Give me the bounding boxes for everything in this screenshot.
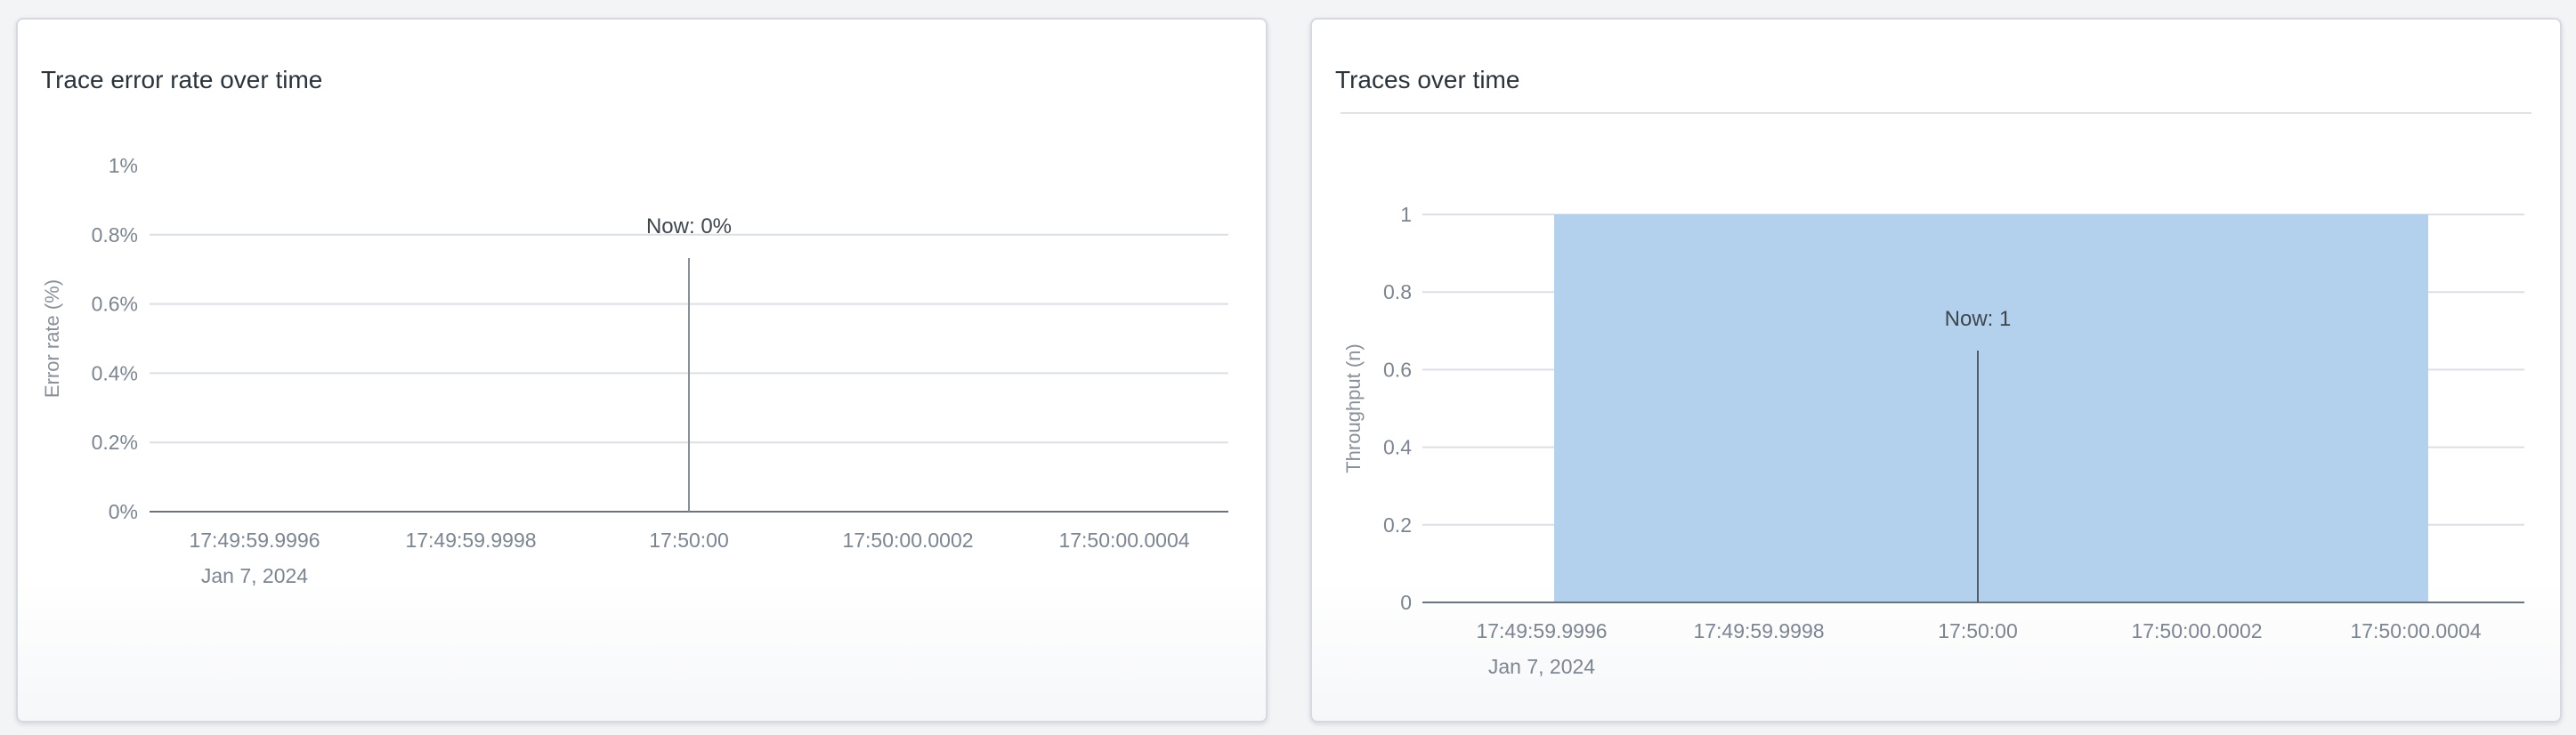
y-tick-label: 0.6 xyxy=(1383,358,1412,381)
x-tick-label: 17:49:59.9996 xyxy=(1476,619,1607,642)
traces-chart[interactable]: 0 0.2 0.4 0.6 0.8 1 17:49:59.9996 17:49:59.9998… xyxy=(1312,20,2562,723)
x-tick-label: 17:50:00.0004 xyxy=(1058,529,1189,552)
y-tick-label: 0.8% xyxy=(92,223,138,246)
x-tick-label: 17:49:59.9998 xyxy=(405,529,536,552)
x-tick-label: 17:50:00.0002 xyxy=(2131,619,2262,642)
x-tick-label: 17:50:00.0002 xyxy=(842,529,973,552)
error-rate-chart[interactable]: 0% 0.2% 0.4% 0.6% 0.8% 1% 17:49:59.9996 17:49:5… xyxy=(18,20,1268,723)
y-tick-label: 0.4% xyxy=(92,361,138,384)
y-tick-label: 0.6% xyxy=(92,293,138,316)
x-tick-label: 17:49:59.9996 xyxy=(189,529,320,552)
x-date-label: Jan 7, 2024 xyxy=(1488,655,1595,678)
y-tick-label: 0.8 xyxy=(1383,280,1412,303)
area-fill xyxy=(1554,214,2428,602)
y-axis-title: Throughput (n) xyxy=(1342,343,1365,473)
x-date-label: Jan 7, 2024 xyxy=(201,564,308,587)
y-tick-label: 0.4 xyxy=(1383,436,1412,459)
now-marker-label: Now: 1 xyxy=(1945,307,2012,331)
y-tick-label: 1 xyxy=(1400,203,1412,226)
y-axis-title: Error rate (%) xyxy=(41,279,63,398)
y-tick-label: 0.2% xyxy=(92,431,138,454)
y-tick-label: 0 xyxy=(1400,591,1412,614)
x-tick-label: 17:50:00 xyxy=(649,529,729,552)
x-tick-label: 17:49:59.9998 xyxy=(1693,619,1824,642)
y-tick-label: 1% xyxy=(109,154,138,177)
now-marker-label: Now: 0% xyxy=(646,214,732,238)
error-rate-panel: Trace error rate over time 0% 0.2% 0.4% 0.6… xyxy=(16,18,1268,723)
x-tick-label: 17:50:00 xyxy=(1938,619,2018,642)
x-tick-label: 17:50:00.0004 xyxy=(2350,619,2481,642)
traces-panel: Traces over time 0 0.2 0.4 0.6 0.8 1 17:49:59.… xyxy=(1310,18,2562,723)
y-tick-label: 0% xyxy=(109,500,138,523)
y-tick-label: 0.2 xyxy=(1383,513,1412,537)
